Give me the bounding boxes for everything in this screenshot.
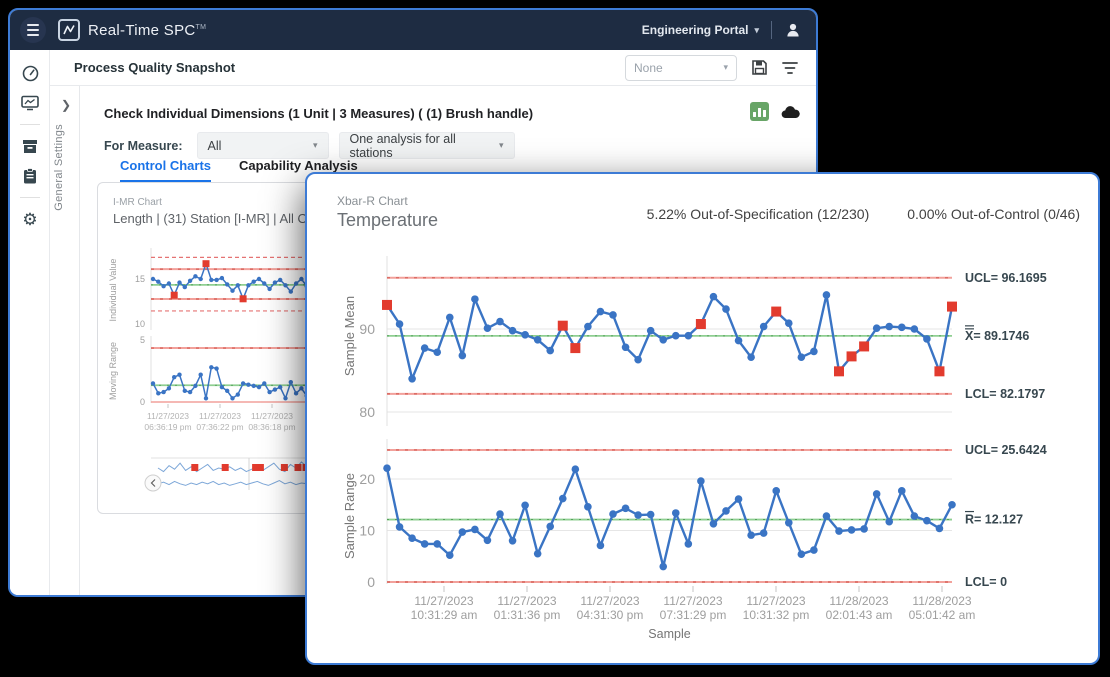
clipboard-icon bbox=[23, 168, 37, 184]
svg-text:08:36:18 pm: 08:36:18 pm bbox=[248, 422, 295, 432]
caret-down-icon: ▾ bbox=[754, 25, 759, 36]
chart-view-button[interactable] bbox=[750, 102, 769, 121]
tab-control-charts[interactable]: Control Charts bbox=[120, 158, 211, 183]
trademark: TM bbox=[196, 24, 207, 31]
svg-text:0: 0 bbox=[367, 574, 375, 590]
section-title: Check Individual Dimensions (1 Unit | 3 … bbox=[104, 106, 533, 121]
svg-text:11/27/2023: 11/27/2023 bbox=[663, 594, 722, 608]
svg-text:0: 0 bbox=[140, 397, 145, 407]
nav-sidebar: ⚙ bbox=[10, 50, 50, 595]
stat-out-of-control: 0.00% Out-of-Control (0/46) bbox=[907, 206, 1080, 222]
report-template-select[interactable]: None ▾ bbox=[625, 55, 737, 81]
svg-text:Individual Value: Individual Value bbox=[108, 259, 118, 322]
svg-text:04:31:30 pm: 04:31:30 pm bbox=[577, 608, 644, 622]
stat-out-of-specification: 5.22% Out-of-Specification (12/230) bbox=[647, 206, 870, 222]
cloud-download-icon[interactable] bbox=[781, 105, 800, 119]
svg-text:Sample Range: Sample Range bbox=[342, 473, 357, 559]
header-divider bbox=[771, 21, 772, 39]
hamburger-menu-button[interactable] bbox=[20, 17, 46, 43]
svg-text:Sample Mean: Sample Mean bbox=[342, 296, 357, 376]
sidebar-item-settings[interactable]: ⚙ bbox=[10, 204, 50, 234]
sidebar-item-inventory[interactable] bbox=[10, 131, 50, 161]
measure-value: All bbox=[208, 139, 222, 153]
svg-text:UCL= 25.6424: UCL= 25.6424 bbox=[965, 443, 1047, 457]
svg-text:11/27/2023: 11/27/2023 bbox=[580, 594, 639, 608]
svg-text:R= 12.127: R= 12.127 bbox=[965, 513, 1023, 527]
svg-text:07:31:29 pm: 07:31:29 pm bbox=[660, 608, 727, 622]
svg-text:07:36:22 pm: 07:36:22 pm bbox=[196, 422, 243, 432]
svg-text:X= 89.1746: X= 89.1746 bbox=[965, 329, 1029, 343]
screen: Real-Time SPCTM Engineering Portal ▾ bbox=[0, 0, 1110, 677]
app-header: Real-Time SPCTM Engineering Portal ▾ bbox=[10, 10, 816, 50]
svg-text:11/28/2023: 11/28/2023 bbox=[912, 594, 971, 608]
svg-text:10:31:29 am: 10:31:29 am bbox=[411, 608, 478, 622]
user-icon[interactable] bbox=[784, 21, 802, 39]
svg-text:11/28/2023: 11/28/2023 bbox=[829, 594, 888, 608]
stats-row: 5.22% Out-of-Specification (12/230) 0.00… bbox=[647, 206, 1080, 222]
gear-icon: ⚙ bbox=[22, 211, 37, 228]
svg-text:LCL= 0: LCL= 0 bbox=[965, 575, 1007, 589]
svg-text:11/27/2023: 11/27/2023 bbox=[251, 411, 293, 421]
svg-text:10: 10 bbox=[359, 523, 375, 539]
imr-chart-type-label: I-MR Chart bbox=[113, 197, 162, 208]
analysis-select[interactable]: One analysis for all stations ▾ bbox=[339, 132, 515, 159]
svg-text:LCL= 82.1797: LCL= 82.1797 bbox=[965, 387, 1045, 401]
svg-text:15: 15 bbox=[135, 274, 145, 284]
report-template-value: None bbox=[634, 61, 663, 75]
filter-icon[interactable] bbox=[782, 61, 798, 75]
xbar-chart-type-label: Xbar-R Chart bbox=[337, 194, 408, 208]
xbar-chart-title: Temperature bbox=[337, 210, 438, 231]
svg-text:10: 10 bbox=[135, 319, 145, 329]
save-icon[interactable] bbox=[751, 59, 768, 76]
svg-text:10:31:32 pm: 10:31:32 pm bbox=[743, 608, 810, 622]
svg-text:Sample: Sample bbox=[648, 627, 690, 641]
monitor-chart-icon bbox=[21, 95, 39, 111]
svg-text:20: 20 bbox=[359, 471, 375, 487]
sidebar-item-audit[interactable] bbox=[10, 161, 50, 191]
for-measure-label: For Measure: bbox=[104, 139, 183, 153]
svg-text:80: 80 bbox=[359, 404, 375, 420]
caret-down-icon: ▾ bbox=[489, 140, 504, 151]
svg-text:11/27/2023: 11/27/2023 bbox=[746, 594, 805, 608]
caret-down-icon: ▾ bbox=[723, 62, 728, 73]
sidebar-item-dashboard[interactable] bbox=[10, 58, 50, 88]
analysis-value: One analysis for all stations bbox=[350, 132, 489, 160]
general-settings-rail: ❯ General Settings bbox=[50, 86, 80, 595]
caret-down-icon: ▾ bbox=[303, 140, 318, 151]
sidebar-divider bbox=[20, 197, 40, 198]
svg-text:05:01:42 am: 05:01:42 am bbox=[909, 608, 976, 622]
spc-logo-icon bbox=[58, 19, 80, 41]
portal-switcher[interactable]: Engineering Portal ▾ bbox=[642, 23, 759, 37]
measure-select[interactable]: All ▾ bbox=[197, 132, 329, 159]
svg-text:02:01:43 am: 02:01:43 am bbox=[826, 608, 893, 622]
gauge-icon bbox=[22, 65, 39, 82]
svg-text:UCL= 96.1695: UCL= 96.1695 bbox=[965, 271, 1047, 285]
svg-text:5: 5 bbox=[140, 335, 145, 345]
svg-text:11/27/2023: 11/27/2023 bbox=[147, 411, 189, 421]
sidebar-item-process-monitor[interactable] bbox=[10, 88, 50, 118]
collapse-chevron[interactable]: ❯ bbox=[61, 98, 71, 112]
sidebar-divider bbox=[20, 124, 40, 125]
svg-text:11/27/2023: 11/27/2023 bbox=[497, 594, 556, 608]
portal-label: Engineering Portal bbox=[642, 23, 749, 37]
general-settings-label: General Settings bbox=[53, 124, 65, 211]
app-title: Real-Time SPCTM bbox=[88, 22, 206, 39]
svg-text:06:36:19 pm: 06:36:19 pm bbox=[144, 422, 191, 432]
page-title: Process Quality Snapshot bbox=[74, 60, 235, 75]
svg-text:90: 90 bbox=[359, 321, 375, 337]
toolbar: Process Quality Snapshot None ▾ bbox=[50, 50, 818, 86]
svg-text:11/27/2023: 11/27/2023 bbox=[199, 411, 241, 421]
svg-text:01:31:36 pm: 01:31:36 pm bbox=[494, 608, 561, 622]
svg-text:11/27/2023: 11/27/2023 bbox=[414, 594, 473, 608]
controls-row: For Measure: All ▾ One analysis for all … bbox=[104, 132, 515, 159]
archive-box-icon bbox=[22, 139, 38, 154]
xbar-r-chart: 90 80 Sample Mean UCL= 96.1695 X= 89.1746 LCL… bbox=[307, 244, 1102, 664]
xbar-r-overlay-card: Xbar-R Chart Temperature 5.22% Out-of-Sp… bbox=[305, 172, 1100, 665]
svg-text:Moving Range: Moving Range bbox=[108, 342, 118, 400]
